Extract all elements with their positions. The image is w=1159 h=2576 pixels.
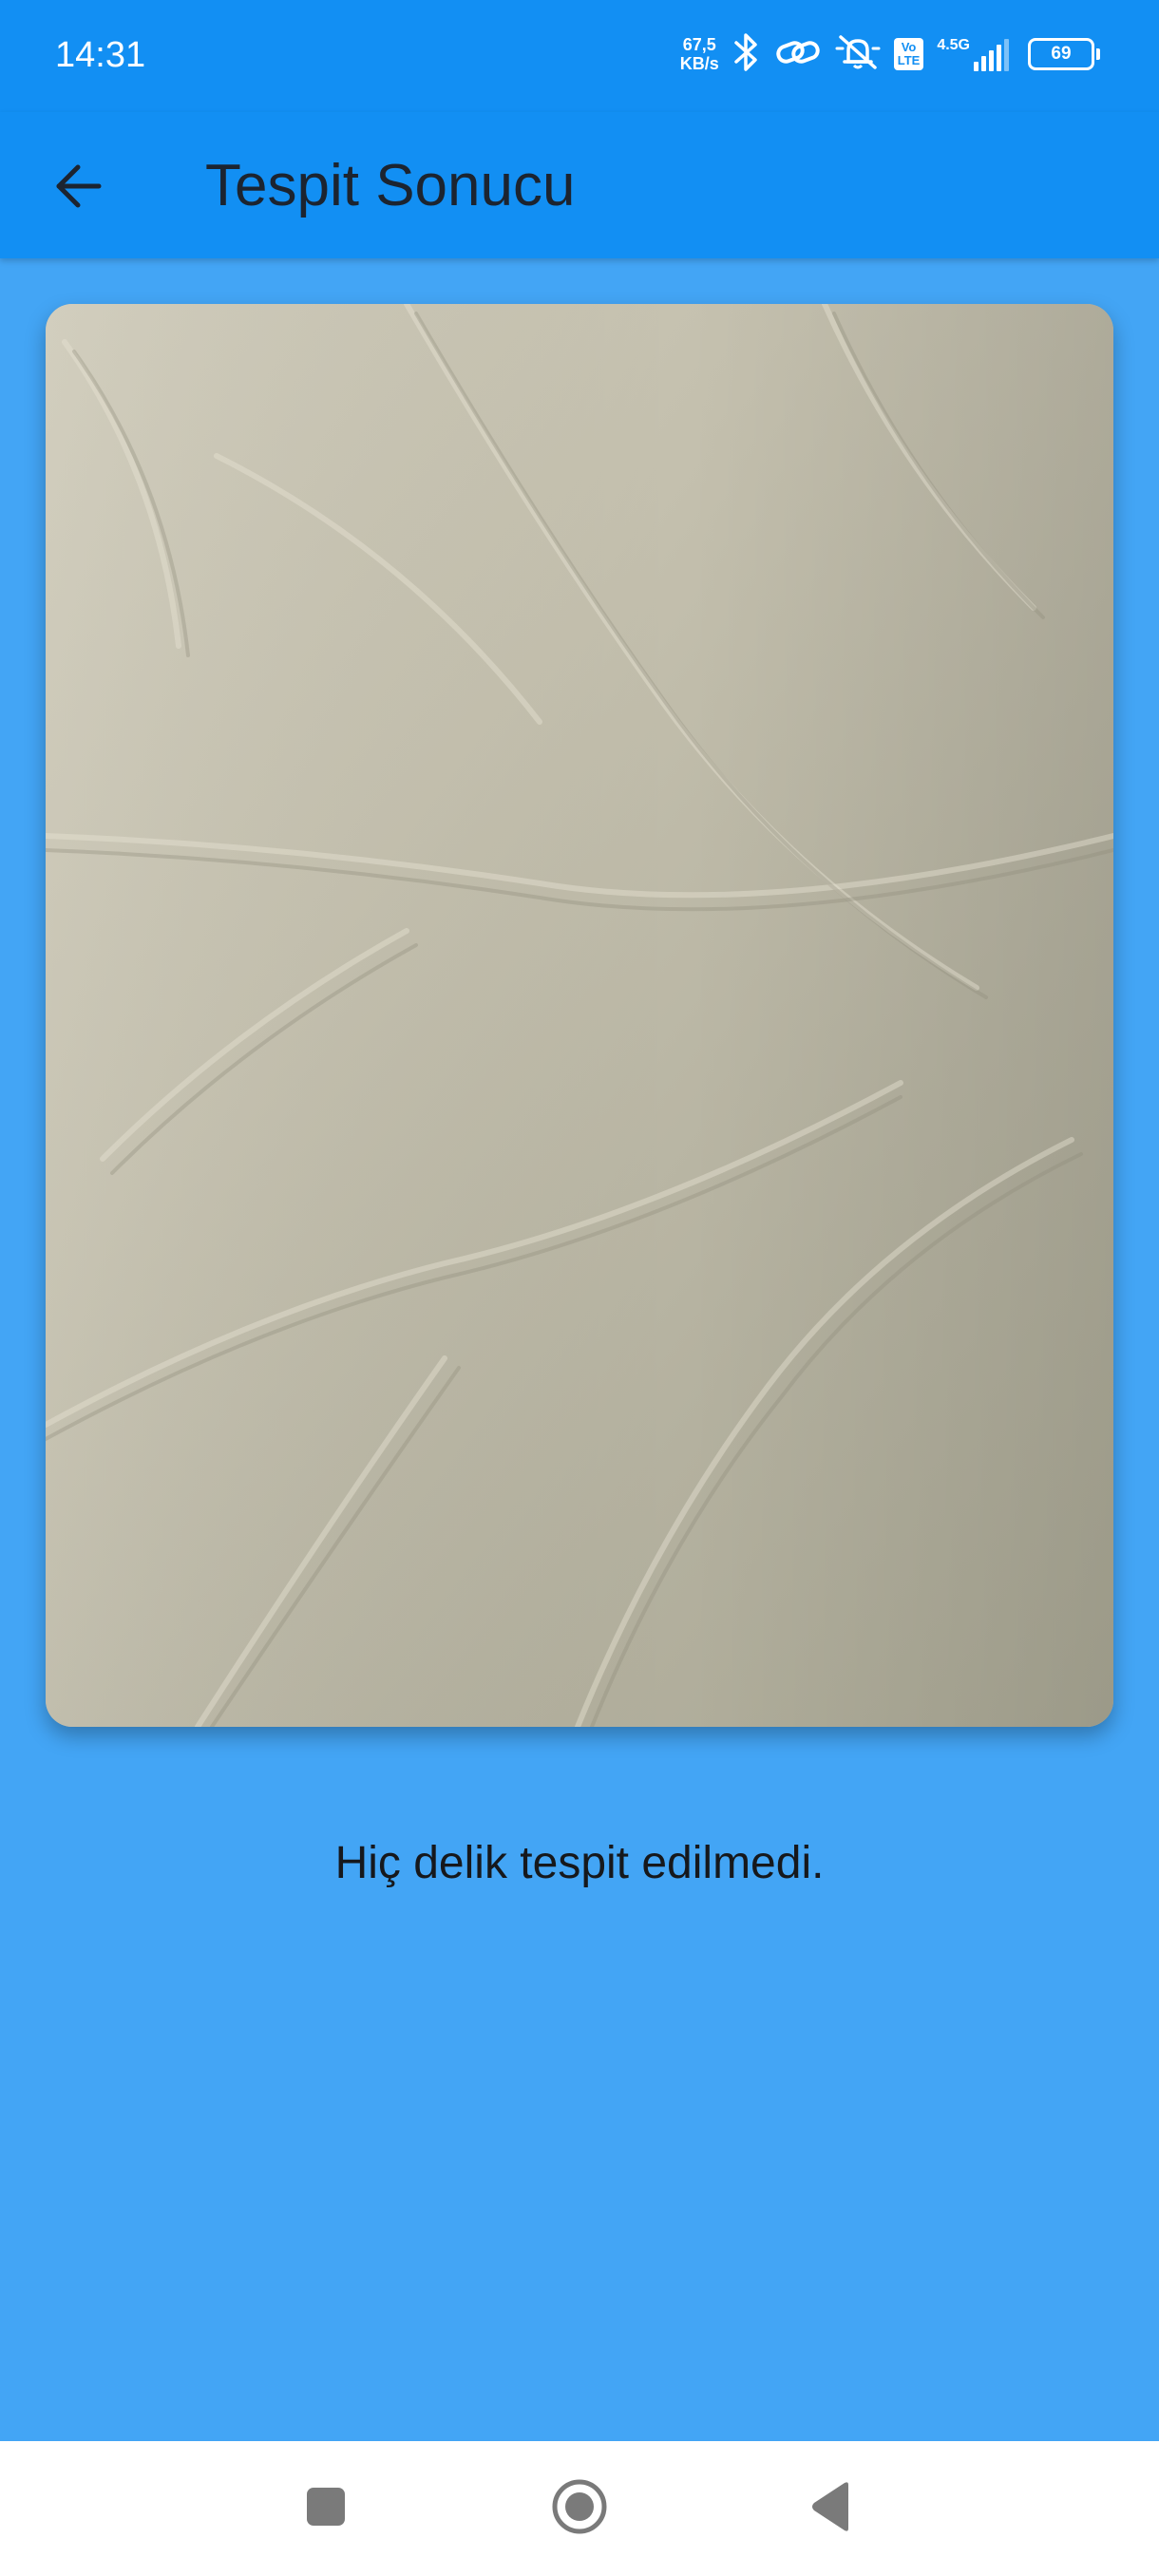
signal-icon: 4.5G [937, 37, 1009, 71]
back-button[interactable] [38, 148, 118, 228]
detection-image [46, 304, 1113, 1727]
home-icon [550, 2477, 609, 2541]
recent-apps-button[interactable] [283, 2468, 369, 2549]
app-bar: Tespit Sonucu [0, 112, 1159, 258]
network-speed: 67,5 KB/s [680, 35, 719, 73]
speed-value: 67,5 [682, 35, 716, 54]
battery-level: 69 [1051, 44, 1072, 64]
arrow-left-icon [51, 160, 104, 218]
page-title: Tespit Sonucu [205, 153, 576, 218]
bluetooth-icon [732, 31, 761, 78]
volte-icon: Vo LTE [893, 38, 924, 70]
result-message: Hiç delik tespit edilmedi. [334, 1838, 825, 1888]
system-nav-bar [0, 2441, 1159, 2576]
network-type: 4.5G [937, 37, 970, 53]
fabric-photo [46, 304, 1113, 1727]
status-icons: 67,5 KB/s Vo LTE 4.5G 69 [680, 25, 1100, 84]
status-time: 14:31 [55, 35, 146, 75]
recent-apps-icon [305, 2486, 347, 2532]
link-icon [774, 33, 822, 76]
battery-icon: 69 [1028, 38, 1100, 70]
status-bar: 14:31 67,5 KB/s Vo LTE 4.5G 69 [0, 0, 1159, 112]
system-back-button[interactable] [788, 2468, 874, 2549]
home-button[interactable] [537, 2468, 622, 2549]
speed-unit: KB/s [679, 54, 719, 73]
alarm-off-icon [835, 31, 881, 78]
signal-bars [974, 37, 1009, 71]
back-triangle-icon [808, 2481, 854, 2537]
